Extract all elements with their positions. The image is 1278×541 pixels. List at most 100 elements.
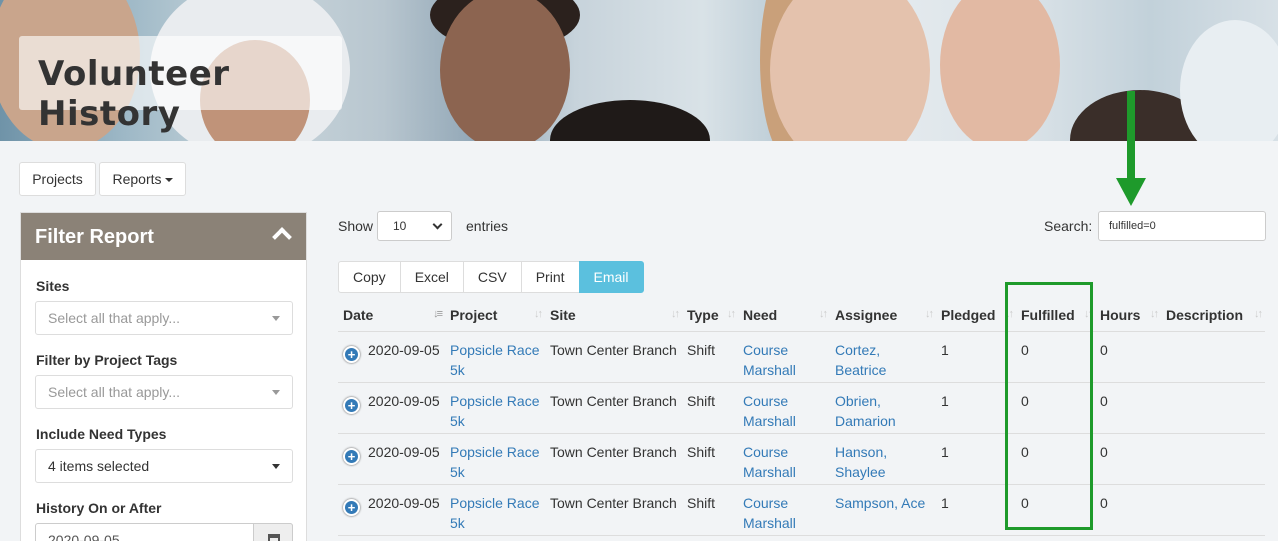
tags-placeholder: Select all that apply... bbox=[48, 384, 181, 400]
row-project-link[interactable]: Popsicle Race 5k bbox=[450, 393, 540, 429]
column-header-assignee[interactable]: Assignee ↓↑ bbox=[830, 300, 936, 332]
row-project-link[interactable]: Popsicle Race 5k bbox=[450, 342, 540, 378]
column-header-pledged[interactable]: Pledged ↓↑ bbox=[936, 300, 1016, 332]
row-assignee-link[interactable]: Hanson, Shaylee bbox=[835, 444, 887, 480]
row-date: 2020-09-05 bbox=[368, 494, 440, 511]
row-type: Shift bbox=[687, 494, 716, 511]
table-header-row: Date ↓≡ Project ↓↑ Site ↓↑ Type ↓↑ Need ↓↑ As… bbox=[338, 300, 1265, 332]
row-site: Town Center Branch bbox=[550, 494, 677, 511]
search-input[interactable]: fulfilled=0 bbox=[1098, 211, 1266, 241]
sort-icon: ↓↑ bbox=[925, 308, 934, 320]
history-date-input[interactable]: 2020-09-05 bbox=[35, 523, 293, 541]
row-hours: 0 bbox=[1100, 494, 1108, 511]
table-row: +2020-09-05 Popsicle Race 5k Town Center B… bbox=[338, 331, 1265, 383]
history-date-value: 2020-09-05 bbox=[48, 532, 120, 541]
sort-icon: ↓↑ bbox=[819, 308, 828, 320]
row-date: 2020-09-05 bbox=[368, 392, 440, 409]
row-date: 2020-09-05 bbox=[368, 443, 440, 460]
print-button[interactable]: Print bbox=[520, 261, 580, 293]
filter-report-header[interactable]: Filter Report bbox=[21, 213, 306, 260]
column-header-need[interactable]: Need ↓↑ bbox=[738, 300, 830, 332]
row-site: Town Center Branch bbox=[550, 341, 677, 358]
annotation-arrow-head bbox=[1116, 178, 1146, 206]
csv-button[interactable]: CSV bbox=[462, 261, 522, 293]
row-pledged: 1 bbox=[941, 341, 949, 358]
sites-label: Sites bbox=[36, 278, 70, 294]
row-project-link[interactable]: Popsicle Race 5k bbox=[450, 444, 540, 480]
column-header-type[interactable]: Type ↓↑ bbox=[682, 300, 738, 332]
caret-down-icon bbox=[272, 316, 280, 321]
row-type: Shift bbox=[687, 392, 716, 409]
history-date-label: History On or After bbox=[36, 500, 162, 516]
filter-report-title: Filter Report bbox=[35, 226, 154, 248]
row-type: Shift bbox=[687, 341, 716, 358]
column-header-project[interactable]: Project ↓↑ bbox=[445, 300, 545, 332]
row-assignee-link[interactable]: Cortez, Beatrice bbox=[835, 342, 886, 378]
row-hours: 0 bbox=[1100, 392, 1108, 409]
caret-down-icon bbox=[272, 464, 280, 469]
page-size-select[interactable]: 10 bbox=[377, 211, 452, 241]
need-types-select[interactable]: 4 items selected bbox=[35, 449, 293, 483]
column-header-description[interactable]: Description ↓↑ bbox=[1161, 300, 1265, 332]
page-size-value: 10 bbox=[393, 219, 407, 233]
row-hours: 0 bbox=[1100, 443, 1108, 460]
sites-placeholder: Select all that apply... bbox=[48, 310, 181, 326]
filter-report-panel: Filter Report Sites Select all that appl… bbox=[20, 212, 307, 541]
show-label: Show bbox=[338, 218, 374, 234]
row-assignee-link[interactable]: Sampson, Ace bbox=[835, 495, 925, 511]
entries-label: entries bbox=[466, 218, 509, 234]
row-pledged: 1 bbox=[941, 443, 949, 460]
calendar-icon bbox=[268, 534, 280, 541]
sort-asc-icon: ↓≡ bbox=[433, 308, 443, 320]
chevron-up-icon[interactable] bbox=[272, 227, 292, 247]
row-need-link[interactable]: Course Marshall bbox=[743, 393, 796, 429]
email-button[interactable]: Email bbox=[578, 261, 644, 293]
calendar-button[interactable] bbox=[253, 523, 293, 541]
need-types-value: 4 items selected bbox=[48, 458, 150, 474]
table-row: +2020-09-05 Popsicle Race 5k Town Center B… bbox=[338, 484, 1265, 536]
excel-button[interactable]: Excel bbox=[399, 261, 464, 293]
reports-dropdown-button[interactable]: Reports bbox=[99, 162, 186, 196]
search-label: Search: bbox=[1044, 218, 1093, 234]
table-row: +2020-09-05 Popsicle Race 5k Town Center B… bbox=[338, 433, 1265, 485]
export-button-group: Copy Excel CSV Print Email bbox=[338, 261, 644, 293]
annotation-arrow bbox=[1127, 91, 1135, 181]
volunteer-history-table: Date ↓≡ Project ↓↑ Site ↓↑ Type ↓↑ Need ↓↑ As… bbox=[338, 300, 1265, 536]
project-tags-label: Filter by Project Tags bbox=[36, 352, 178, 368]
sort-icon: ↓↑ bbox=[1254, 308, 1263, 320]
row-project-link[interactable]: Popsicle Race 5k bbox=[450, 495, 540, 531]
row-need-link[interactable]: Course Marshall bbox=[743, 444, 796, 480]
expand-row-icon[interactable]: + bbox=[343, 345, 360, 363]
banner-image: Volunteer History bbox=[0, 0, 1278, 141]
projects-button[interactable]: Projects bbox=[19, 162, 96, 196]
annotation-highlight-box bbox=[1005, 282, 1093, 530]
row-date: 2020-09-05 bbox=[368, 341, 440, 358]
expand-row-icon[interactable]: + bbox=[343, 396, 360, 414]
expand-row-icon[interactable]: + bbox=[343, 498, 360, 516]
sort-icon: ↓↑ bbox=[671, 308, 680, 320]
row-need-link[interactable]: Course Marshall bbox=[743, 495, 796, 531]
page-title: Volunteer History bbox=[38, 54, 230, 134]
caret-down-icon bbox=[272, 390, 280, 395]
sort-icon: ↓↑ bbox=[727, 308, 736, 320]
row-site: Town Center Branch bbox=[550, 392, 677, 409]
row-assignee-link[interactable]: Obrien, Damarion bbox=[835, 393, 896, 429]
row-need-link[interactable]: Course Marshall bbox=[743, 342, 796, 378]
copy-button[interactable]: Copy bbox=[338, 261, 401, 293]
row-site: Town Center Branch bbox=[550, 443, 677, 460]
column-header-site[interactable]: Site ↓↑ bbox=[545, 300, 682, 332]
sort-icon: ↓↑ bbox=[1150, 308, 1159, 320]
expand-row-icon[interactable]: + bbox=[343, 447, 360, 465]
sort-icon: ↓↑ bbox=[534, 308, 543, 320]
sites-select[interactable]: Select all that apply... bbox=[35, 301, 293, 335]
row-pledged: 1 bbox=[941, 494, 949, 511]
column-header-hours[interactable]: Hours ↓↑ bbox=[1095, 300, 1161, 332]
row-pledged: 1 bbox=[941, 392, 949, 409]
project-tags-select[interactable]: Select all that apply... bbox=[35, 375, 293, 409]
chevron-down-icon bbox=[432, 219, 443, 230]
table-row: +2020-09-05 Popsicle Race 5k Town Center B… bbox=[338, 382, 1265, 434]
caret-down-icon bbox=[164, 178, 173, 183]
need-types-label: Include Need Types bbox=[36, 426, 167, 442]
column-header-date[interactable]: Date ↓≡ bbox=[338, 300, 445, 332]
row-type: Shift bbox=[687, 443, 716, 460]
